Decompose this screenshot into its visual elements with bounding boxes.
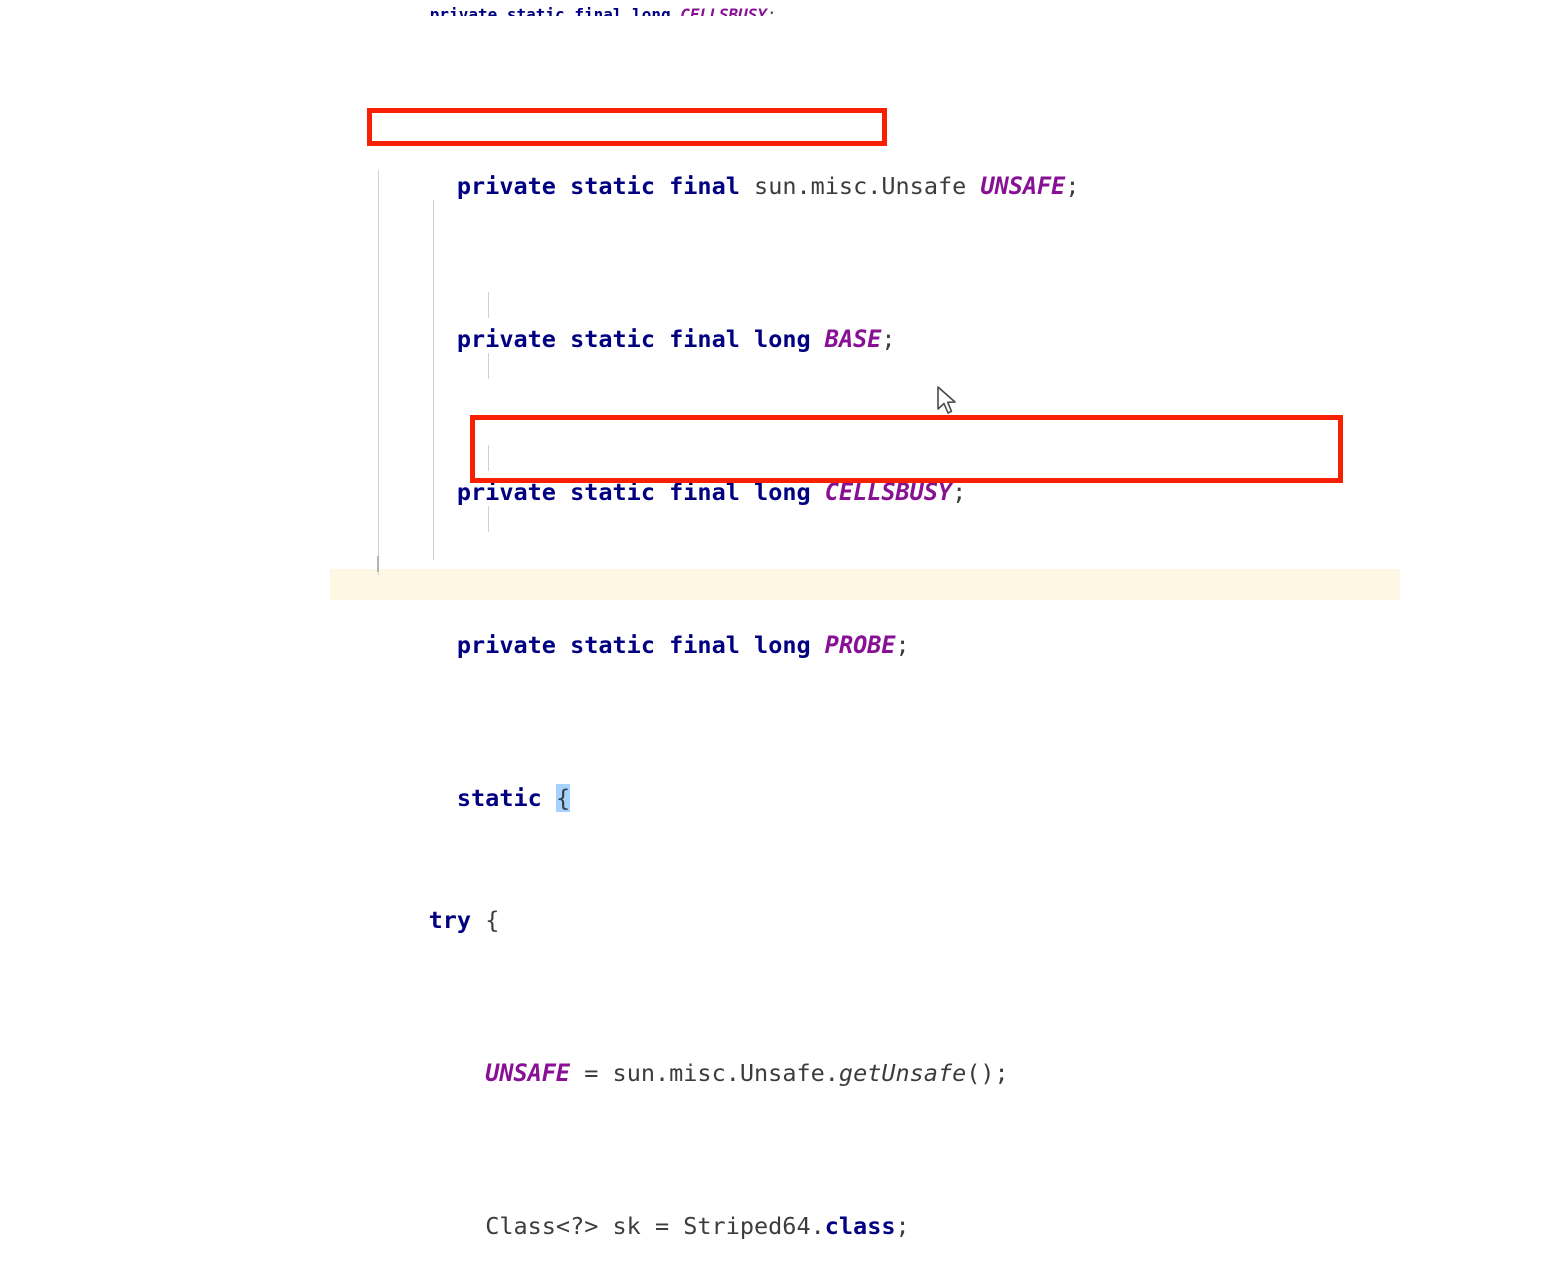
token-keyword-try: try [428, 906, 472, 935]
token-keyword-private: private [456, 477, 556, 506]
token-keyword-static: static [570, 477, 655, 506]
token-empty-parens: (); [966, 1059, 1009, 1088]
token-field-unsafe: UNSAFE [980, 171, 1066, 200]
token-type-unsafe-fqn: sun.misc.Unsafe [754, 171, 967, 200]
code-line-base-decl[interactable]: private static final long BASE; [0, 293, 1541, 353]
token-semicolon: ; [881, 324, 896, 353]
code-line-probe-decl[interactable]: private static final long PROBE; [0, 599, 1541, 659]
token-keyword-private: private [456, 324, 556, 353]
code-line-try-open[interactable]: try { [0, 905, 1541, 936]
token-keyword-static: static [570, 630, 655, 659]
token-brace-open-matched: { [555, 783, 571, 812]
token-method-getunsafe: getUnsafe [838, 1059, 967, 1088]
token-keyword-final: final [669, 477, 740, 506]
token-semicolon: ; [767, 5, 777, 16]
token-keyword-static: static [456, 783, 542, 812]
code-line-unsafe-assign[interactable]: UNSAFE = sun.misc.Unsafe.getUnsafe(); [0, 1058, 1541, 1089]
token-equals: = [584, 1059, 599, 1088]
indent-guide-level-3-d [488, 506, 489, 532]
token-keyword-static: static [570, 324, 655, 353]
token-keyword-final: final [669, 324, 740, 353]
token-keyword-long: long [632, 5, 671, 16]
clipped-top-line: private static final long CELLSBUSY; [0, 0, 1541, 16]
text-caret [377, 556, 379, 572]
indent-guide-level-2 [433, 200, 434, 560]
token-field-cellsbusy: CELLSBUSY [680, 5, 767, 16]
indent-guide-level-3-b [488, 353, 489, 379]
mouse-pointer-icon [937, 386, 956, 414]
code-content[interactable]: private static final sun.misc.Unsafe UNS… [0, 0, 1541, 1240]
token-keyword-long: long [754, 324, 811, 353]
token-keyword-private: private [429, 5, 498, 16]
token-keyword-long: long [754, 477, 811, 506]
token-keyword-static: static [506, 5, 565, 16]
token-field-unsafe: UNSAFE [485, 1059, 571, 1088]
token-keyword-class: class [824, 1212, 896, 1241]
token-sk-assign: sk = Striped64. [598, 1212, 825, 1241]
token-field-probe: PROBE [824, 630, 896, 659]
indent-guide-level-3-c [488, 445, 489, 471]
token-field-base: BASE [824, 324, 882, 353]
token-keyword-final: final [669, 630, 740, 659]
token-semicolon: ; [952, 477, 967, 506]
token-brace-open: { [485, 906, 500, 935]
token-semicolon: ; [1065, 171, 1080, 200]
code-editor[interactable]: private static final long CELLSBUSY; pri… [0, 0, 1541, 1240]
token-semicolon: ; [895, 630, 910, 659]
code-line-unsafe-decl[interactable]: private static final sun.misc.Unsafe UNS… [0, 140, 1541, 200]
code-line-static-block-open[interactable]: static { [0, 752, 1541, 812]
token-semicolon: ; [895, 1212, 910, 1241]
indent-guide-level-3-a [488, 292, 489, 318]
token-keyword-static: static [570, 171, 655, 200]
token-keyword-long: long [754, 630, 811, 659]
code-line-clipped: private static final long CELLSBUSY; [0, 0, 1541, 16]
token-keyword-private: private [456, 630, 556, 659]
indent-guide-level-1 [378, 170, 379, 575]
token-keyword-private: private [456, 171, 556, 200]
code-line-class-sk[interactable]: Class<?> sk = Striped64.class; [0, 1211, 1541, 1242]
code-line-cellsbusy-decl[interactable]: private static final long CELLSBUSY; [0, 446, 1541, 506]
token-generic-class: Class<?> [485, 1212, 599, 1241]
token-field-cellsbusy: CELLSBUSY [824, 477, 953, 506]
token-keyword-final: final [574, 5, 623, 16]
token-unsafe-qualifier: sun.misc.Unsafe. [612, 1059, 839, 1088]
token-keyword-final: final [669, 171, 740, 200]
